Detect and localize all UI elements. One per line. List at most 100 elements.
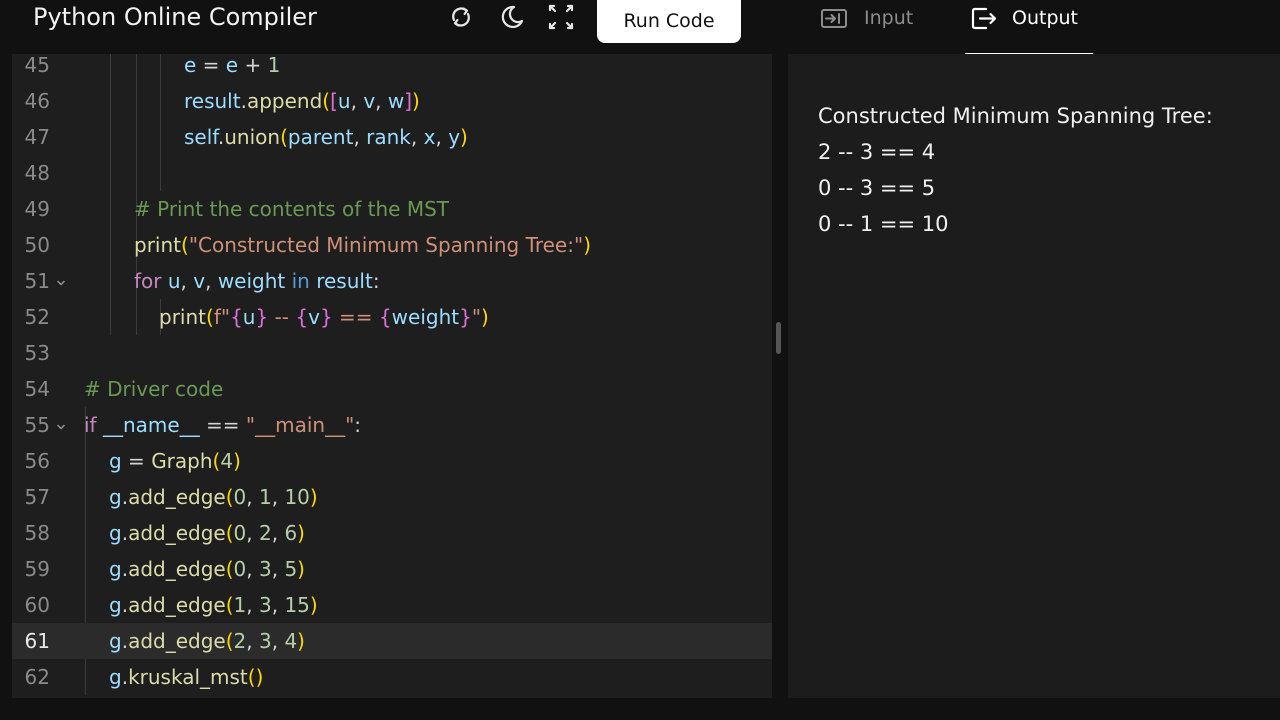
moon-icon[interactable] [496, 2, 526, 32]
app-title: Python Online Compiler [33, 3, 317, 31]
code-token: " [471, 305, 482, 329]
code-token: rank [366, 125, 411, 149]
line-number: 51 [24, 269, 50, 293]
code-token: v [363, 89, 376, 113]
code-token: , [271, 629, 285, 653]
code-token: g [109, 593, 122, 617]
tab-output[interactable]: Output [966, 0, 1092, 56]
code-text: print(f"{u} -- {v} == {weight}") [159, 299, 489, 335]
code-token: , [271, 593, 285, 617]
code-token: ) [309, 485, 318, 509]
code-token: print [159, 305, 206, 329]
line-number: 54 [24, 377, 50, 401]
code-token: 2 [258, 521, 272, 545]
code-token: ) [233, 449, 241, 473]
code-token: == [332, 305, 379, 329]
code-line[interactable]: 56 g = Graph(4) [12, 443, 772, 479]
code-line[interactable]: 50 print("Constructed Minimum Spanning Tr… [12, 227, 772, 263]
output-panel: Constructed Minimum Spanning Tree: 2 -- 3… [788, 54, 1280, 698]
code-line[interactable]: 60 g.add_edge(1, 3, 15) [12, 587, 772, 623]
code-token: add_edge [128, 521, 226, 545]
code-line[interactable]: 53 [12, 335, 772, 371]
code-line[interactable]: 59 g.add_edge(0, 3, 5) [12, 551, 772, 587]
code-token: { [295, 305, 309, 329]
code-token: ) [412, 89, 420, 113]
code-line[interactable]: 52 print(f"{u} -- {v} == {weight}") [12, 299, 772, 335]
code-token: ) [297, 521, 305, 545]
code-line[interactable]: 45 e = e + 1 [12, 54, 772, 83]
code-token: [ [330, 89, 338, 113]
splitter-handle[interactable] [776, 322, 781, 354]
code-token: } [459, 305, 472, 329]
line-number: 61 [24, 629, 50, 653]
tab-input[interactable]: Input [820, 0, 940, 56]
line-number: 56 [24, 449, 50, 473]
line-number: 45 [24, 54, 50, 77]
code-token: , [246, 593, 259, 617]
output-icon [970, 4, 998, 32]
code-token: 1 [267, 54, 281, 77]
code-line[interactable]: 49 # Print the contents of the MST [12, 191, 772, 227]
code-token: 15 [284, 593, 310, 617]
top-bar: Python Online Compiler Run Code Input Ou… [0, 0, 1280, 56]
code-line[interactable]: 46 result.append([u, v, w]) [12, 83, 772, 119]
code-token: ( [247, 665, 256, 689]
fold-chevron-icon[interactable] [56, 422, 66, 432]
code-text: e = e + 1 [184, 54, 280, 83]
code-editor[interactable]: 45 e = e + 1 46 result.append([u, v, w]) 47 s… [12, 54, 772, 698]
code-line[interactable]: 55 if __name__ == "__main__": [12, 407, 772, 443]
code-token: g [109, 521, 122, 545]
run-code-button[interactable]: Run Code [597, 0, 741, 43]
code-line[interactable]: 61 g.add_edge(2, 3, 4) [12, 623, 772, 659]
line-number: 59 [24, 557, 50, 581]
line-number: 58 [24, 521, 50, 545]
line-number: 55 [24, 413, 50, 437]
code-token: ) [297, 629, 305, 653]
code-text: print("Constructed Minimum Spanning Tree… [134, 227, 591, 263]
code-token: 6 [284, 521, 298, 545]
code-token: ) [460, 125, 468, 149]
fold-chevron-icon[interactable] [56, 278, 66, 288]
code-token: , [353, 125, 367, 149]
tab-input-label: Input [864, 7, 914, 29]
code-token: ( [225, 485, 234, 509]
code-line[interactable]: 48 [12, 155, 772, 191]
code-token: g [109, 629, 122, 653]
line-number: 52 [24, 305, 50, 329]
code-token: x [423, 125, 436, 149]
code-token: , [435, 125, 449, 149]
code-token: in [291, 269, 310, 293]
code-token: ) [309, 593, 318, 617]
code-line[interactable]: 57 g.add_edge(0, 1, 10) [12, 479, 772, 515]
line-number: 49 [24, 197, 50, 221]
code-line[interactable]: 58 g.add_edge(0, 2, 6) [12, 515, 772, 551]
code-text: g.add_edge(0, 1, 10) [109, 479, 318, 515]
code-token: weight [391, 305, 460, 329]
fullscreen-icon[interactable] [546, 2, 576, 32]
code-token: 2 [233, 629, 247, 653]
code-token: __name__ [102, 413, 200, 437]
panel-splitter[interactable] [772, 54, 788, 698]
code-line[interactable]: 51 for u, v, weight in result: [12, 263, 772, 299]
code-text: g.add_edge(2, 3, 4) [109, 623, 305, 659]
code-line[interactable]: 47 self.union(parent, rank, x, y) [12, 119, 772, 155]
code-line[interactable]: 54 # Driver code [12, 371, 772, 407]
code-token: g [109, 557, 122, 581]
code-token: 10 [284, 485, 310, 509]
input-icon [820, 4, 848, 32]
code-token: ( [225, 593, 234, 617]
code-token: result [184, 89, 241, 113]
code-token: u [167, 269, 181, 293]
line-number: 48 [24, 161, 50, 185]
bottom-bar [0, 698, 1280, 720]
refresh-icon[interactable] [446, 2, 476, 32]
code-token: = [196, 54, 226, 77]
code-token: : [354, 413, 362, 437]
code-token: f" [213, 305, 231, 329]
line-number: 57 [24, 485, 50, 509]
code-text: self.union(parent, rank, x, y) [184, 119, 468, 155]
code-token: add_edge [128, 557, 226, 581]
code-text: result.append([u, v, w]) [184, 83, 420, 119]
code-line[interactable]: 62 g.kruskal_mst() [12, 659, 772, 695]
code-token: e [225, 54, 239, 77]
